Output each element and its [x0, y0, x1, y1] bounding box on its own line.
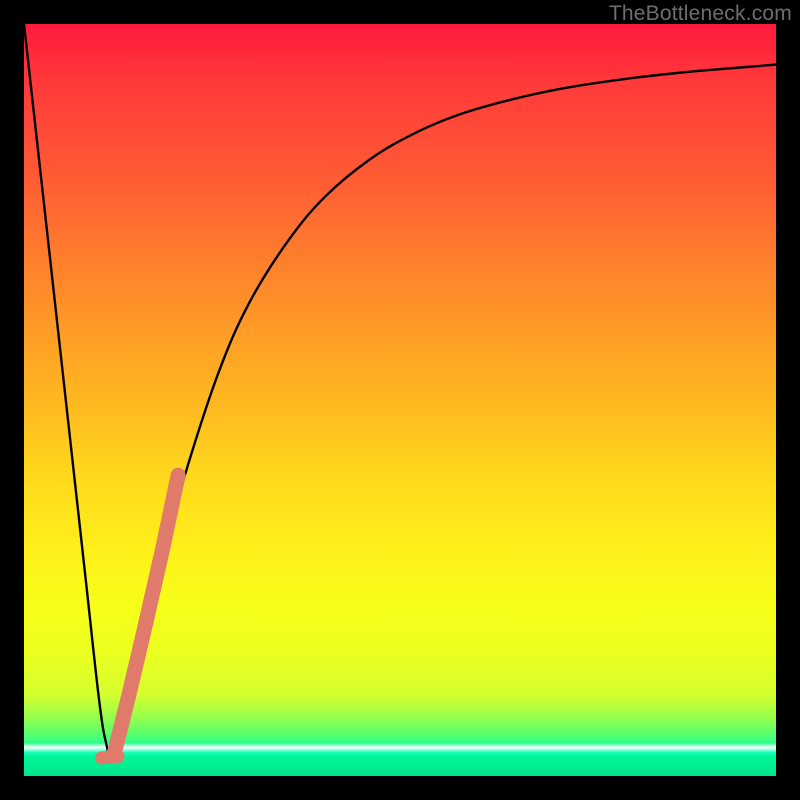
chart-svg	[24, 24, 776, 776]
outer-frame: TheBottleneck.com	[0, 0, 800, 800]
highlight-segment	[114, 475, 178, 753]
watermark-text: TheBottleneck.com	[609, 2, 792, 26]
minimum-dot	[101, 756, 118, 758]
plot-area	[24, 24, 776, 776]
